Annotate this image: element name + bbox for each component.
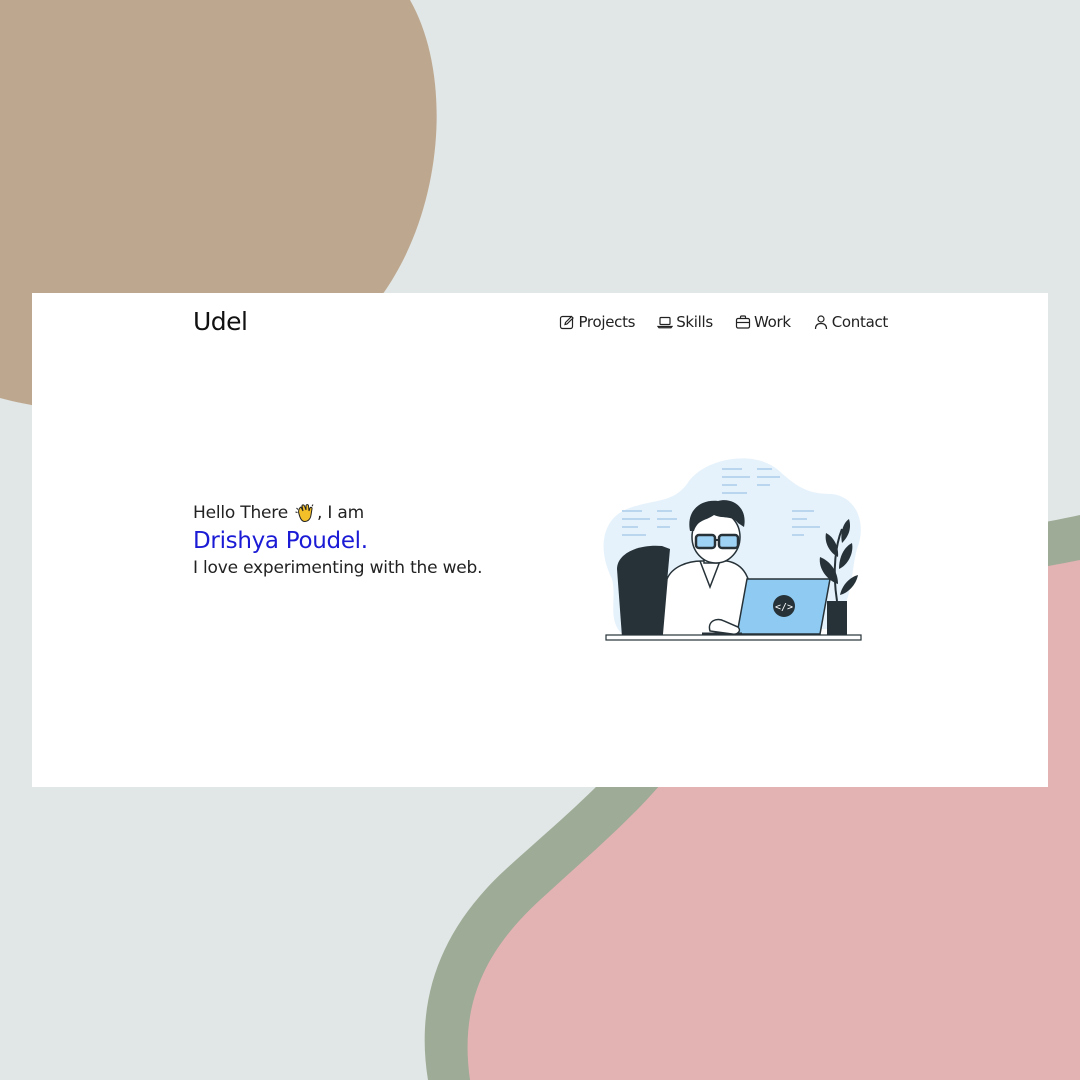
nav-skills-label: Skills [676,313,713,331]
hero-intro: Hello There , I am Drishya Poudel. I lov… [193,502,483,578]
nav-contact-label: Contact [831,313,889,331]
nav-work[interactable]: Work [735,313,791,331]
hero-tagline: I love experimenting with the web. [193,558,483,578]
nav-skills[interactable]: Skills [657,313,713,331]
plant-pot [827,601,847,635]
user-icon [814,315,827,330]
nav-work-label: Work [753,313,791,331]
briefcase-icon [735,315,751,329]
main-nav: Projects Skills Work Contact [559,313,888,331]
developer-illustration: </> [603,458,862,641]
nav-projects[interactable]: Projects [559,313,636,331]
greeting: Hello There , I am [193,502,482,524]
greeting-text: Hello There [193,503,288,523]
svg-text:</>: </> [775,602,793,613]
nav-contact[interactable]: Contact [813,313,888,331]
site-logo[interactable]: Udel [193,307,248,336]
waving-hand-icon [295,504,314,523]
greeting-suffix: , I am [317,503,365,523]
desk [605,634,862,641]
nav-projects-label: Projects [578,313,636,331]
edit-icon [560,315,575,330]
person-body [661,560,752,638]
hero-name: Drishya Poudel. [193,528,368,554]
website-window: Udel Projects Skills Work Contact Hello … [32,293,1048,787]
chair [617,545,670,637]
laptop-icon [657,316,674,329]
